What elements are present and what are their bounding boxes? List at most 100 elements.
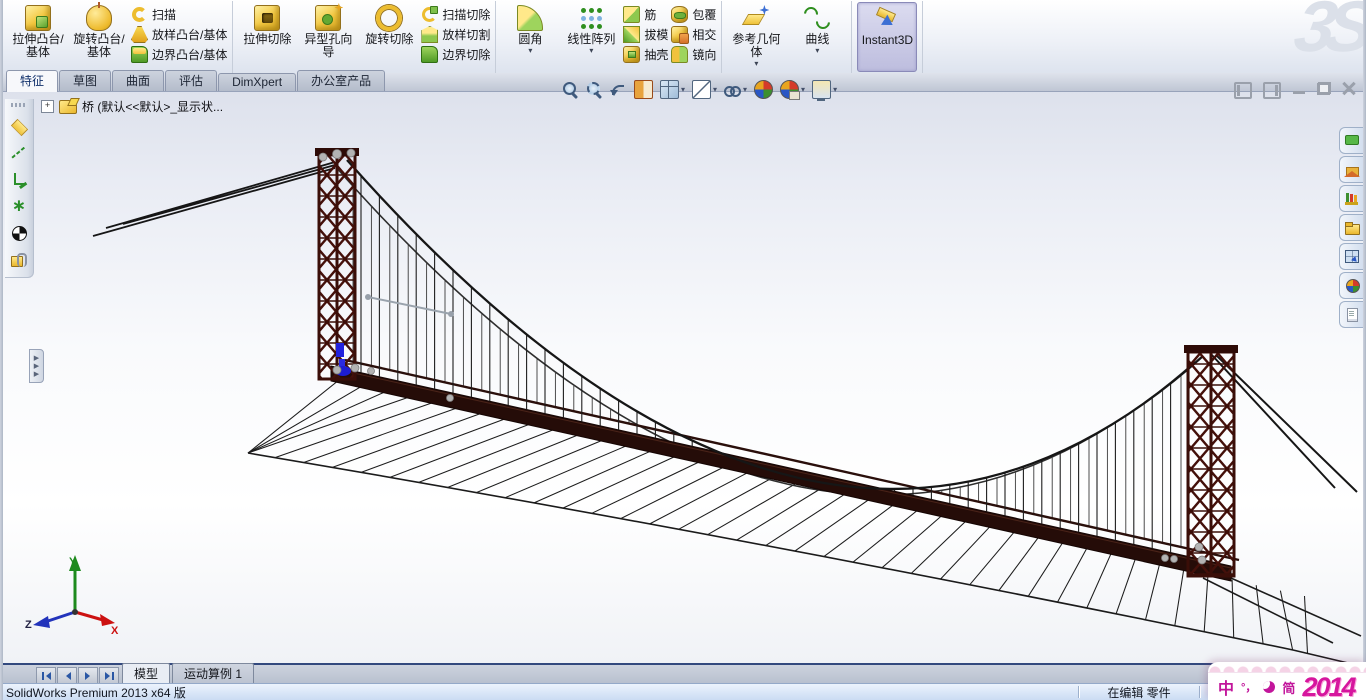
dropdown-arrow-icon[interactable]: ▾ <box>833 85 837 94</box>
ribbon-group: 圆角▾线性阵列▾筋拔模抽壳包覆相交镜向 <box>496 1 722 74</box>
ribbon-button-revolved-boss[interactable]: 旋转凸台/基体 <box>70 2 128 70</box>
ribbon-button-lofted-boss[interactable]: 放样凸台/基体 <box>131 26 227 43</box>
ribbon-button-extruded-boss[interactable]: 拉伸凸台/基体 <box>9 2 67 70</box>
ribbon-button-swept-boss[interactable]: 扫描 <box>131 6 227 23</box>
ribbon-button-swept-cut[interactable]: 扫描切除 <box>421 6 490 23</box>
ribbon-button-linear-pattern[interactable]: 线性阵列▾ <box>562 2 620 70</box>
ribbon-button-intersect[interactable]: 相交 <box>671 26 716 43</box>
hud-button-section-view[interactable] <box>634 80 653 99</box>
ribbon-button-draft[interactable]: 拔模 <box>623 26 668 43</box>
task-pane-tab-view-palette[interactable] <box>1339 243 1363 270</box>
ribbon-button-label: 相交 <box>692 26 716 43</box>
ribbon-group: 参考几何体▾曲线▾ <box>722 1 852 74</box>
ribbon-button-boundary-boss[interactable]: 边界凸台/基体 <box>131 46 227 63</box>
ribbon-group: 拉伸凸台/基体旋转凸台/基体扫描放样凸台/基体边界凸台/基体 <box>4 1 233 74</box>
ime-toolbar[interactable]: 中 °， 简 2014 <box>1208 662 1366 700</box>
point-button[interactable]: ∗ <box>10 197 28 215</box>
hud-button-view-orientation[interactable]: ▾ <box>660 80 685 99</box>
dropdown-arrow-icon[interactable]: ▾ <box>713 85 717 94</box>
ribbon-button-instant3d[interactable]: Instant3D <box>857 2 917 72</box>
hud-button-hide-show-items[interactable]: ▾ <box>724 81 747 98</box>
hud-button-edit-appearance[interactable] <box>754 80 773 99</box>
ime-charset-toggle[interactable]: 简 <box>1282 678 1295 697</box>
ribbon-button-boundary-cut[interactable]: 边界切除 <box>421 46 490 63</box>
hud-button-view-settings[interactable]: ▾ <box>812 80 837 99</box>
ime-moon-icon[interactable] <box>1263 681 1275 693</box>
close-button[interactable] <box>1342 82 1356 95</box>
axis-button[interactable] <box>10 143 28 161</box>
nav-next-button[interactable] <box>78 667 98 684</box>
tab-office-products[interactable]: 办公室产品 <box>297 70 385 91</box>
hud-button-zoom-to-area[interactable] <box>586 81 603 98</box>
3d-viewport[interactable]: Y Z X + 桥 (默认<<默认>_显示状... ∗ ▶▶▶ <box>3 91 1363 665</box>
dropdown-arrow-icon[interactable]: ▾ <box>754 60 758 67</box>
hud-button-display-style[interactable]: ▾ <box>692 80 717 99</box>
feature-tree-root[interactable]: + 桥 (默认<<默认>_显示状... <box>41 98 223 115</box>
task-pane-tab-file-explorer[interactable] <box>1339 214 1363 241</box>
ribbon-group: Instant3D <box>852 1 923 74</box>
view-palette-icon <box>1345 250 1359 263</box>
task-pane-tab-appearances[interactable] <box>1339 272 1363 299</box>
ribbon-button-revolved-cut[interactable]: 旋转切除 <box>360 2 418 70</box>
model-tab-motion-study-1[interactable]: 运动算例 1 <box>172 663 254 684</box>
status-separator <box>1078 686 1079 698</box>
collapse-left-pane-button[interactable] <box>1234 82 1252 99</box>
mate-reference-button[interactable] <box>10 251 28 269</box>
ribbon-stack: 包覆相交镜向 <box>671 2 716 63</box>
tab-surfaces[interactable]: 曲面 <box>112 70 164 91</box>
tab-sketch[interactable]: 草图 <box>59 70 111 91</box>
minimize-button[interactable] <box>1292 82 1306 95</box>
appearances-icon <box>1345 279 1359 292</box>
restore-button[interactable] <box>1317 82 1331 95</box>
ribbon-button-lofted-cut[interactable]: 放样切割 <box>421 26 490 43</box>
tree-expander-icon[interactable]: + <box>41 100 54 113</box>
ribbon-stack: 扫描切除放样切割边界切除 <box>421 2 490 63</box>
window-frame-left <box>0 0 3 700</box>
ribbon-button-wrap[interactable]: 包覆 <box>671 6 716 23</box>
tab-evaluate[interactable]: 评估 <box>165 70 217 91</box>
ribbon-button-hole-wizard[interactable]: 异型孔向导 <box>299 2 357 70</box>
svg-text:Z: Z <box>25 619 32 631</box>
nav-last-button[interactable] <box>99 667 119 684</box>
bridge-model: Y Z X <box>3 91 1363 665</box>
dropdown-arrow-icon[interactable]: ▾ <box>815 47 819 54</box>
hud-button-previous-view[interactable] <box>610 81 627 98</box>
task-pane-tab-custom-properties[interactable] <box>1339 301 1363 328</box>
ribbon-button-curves[interactable]: 曲线▾ <box>788 2 846 70</box>
center-of-mass-button[interactable] <box>10 224 28 242</box>
file-explorer-icon <box>1345 221 1359 234</box>
ribbon-button-mirror[interactable]: 镜向 <box>671 46 716 63</box>
ribbon-button-label: 拉伸切除 <box>243 33 291 46</box>
ribbon-button-reference-geometry[interactable]: 参考几何体▾ <box>727 2 785 70</box>
product-version-text: SolidWorks Premium 2013 x64 版 <box>6 684 186 700</box>
dropdown-arrow-icon[interactable]: ▾ <box>589 47 593 54</box>
dropdown-arrow-icon[interactable]: ▾ <box>743 85 747 94</box>
dropdown-arrow-icon[interactable]: ▾ <box>801 85 805 94</box>
ribbon-button-shell[interactable]: 抽壳 <box>623 46 668 63</box>
coordinate-system-button[interactable] <box>10 170 28 188</box>
ribbon-button-label: Instant3D <box>862 34 913 47</box>
dropdown-arrow-icon[interactable]: ▾ <box>681 85 685 94</box>
model-tab-model[interactable]: 模型 <box>122 663 170 684</box>
task-pane-tab-design-library[interactable] <box>1339 185 1363 212</box>
collapse-right-pane-button[interactable] <box>1263 82 1281 99</box>
task-pane-tab-resources-chat[interactable] <box>1339 127 1363 154</box>
ime-language-toggle[interactable]: 中 <box>1218 675 1234 699</box>
fillet-icon <box>517 5 543 31</box>
ribbon-button-label: 镜向 <box>692 46 716 63</box>
ime-punctuation-toggle[interactable]: °， <box>1241 679 1256 695</box>
ribbon-button-rib[interactable]: 筋 <box>623 6 668 23</box>
nav-first-button[interactable] <box>36 667 56 684</box>
ribbon-button-extruded-cut[interactable]: 拉伸切除 <box>238 2 296 70</box>
tab-dimxpert[interactable]: DimXpert <box>218 73 296 91</box>
hud-button-apply-scene[interactable]: ▾ <box>780 80 805 99</box>
dropdown-arrow-icon[interactable]: ▾ <box>528 47 532 54</box>
nav-previous-button[interactable] <box>57 667 77 684</box>
featuremanager-splitter[interactable]: ▶▶▶ <box>29 349 44 383</box>
task-pane-tab-solidworks-resources[interactable] <box>1339 156 1363 183</box>
hud-button-zoom-to-fit[interactable] <box>562 81 579 98</box>
plane-button[interactable] <box>10 116 28 134</box>
ribbon-button-fillet[interactable]: 圆角▾ <box>501 2 559 70</box>
toolbar-grip[interactable] <box>11 103 27 107</box>
tab-features[interactable]: 特征 <box>6 70 58 92</box>
